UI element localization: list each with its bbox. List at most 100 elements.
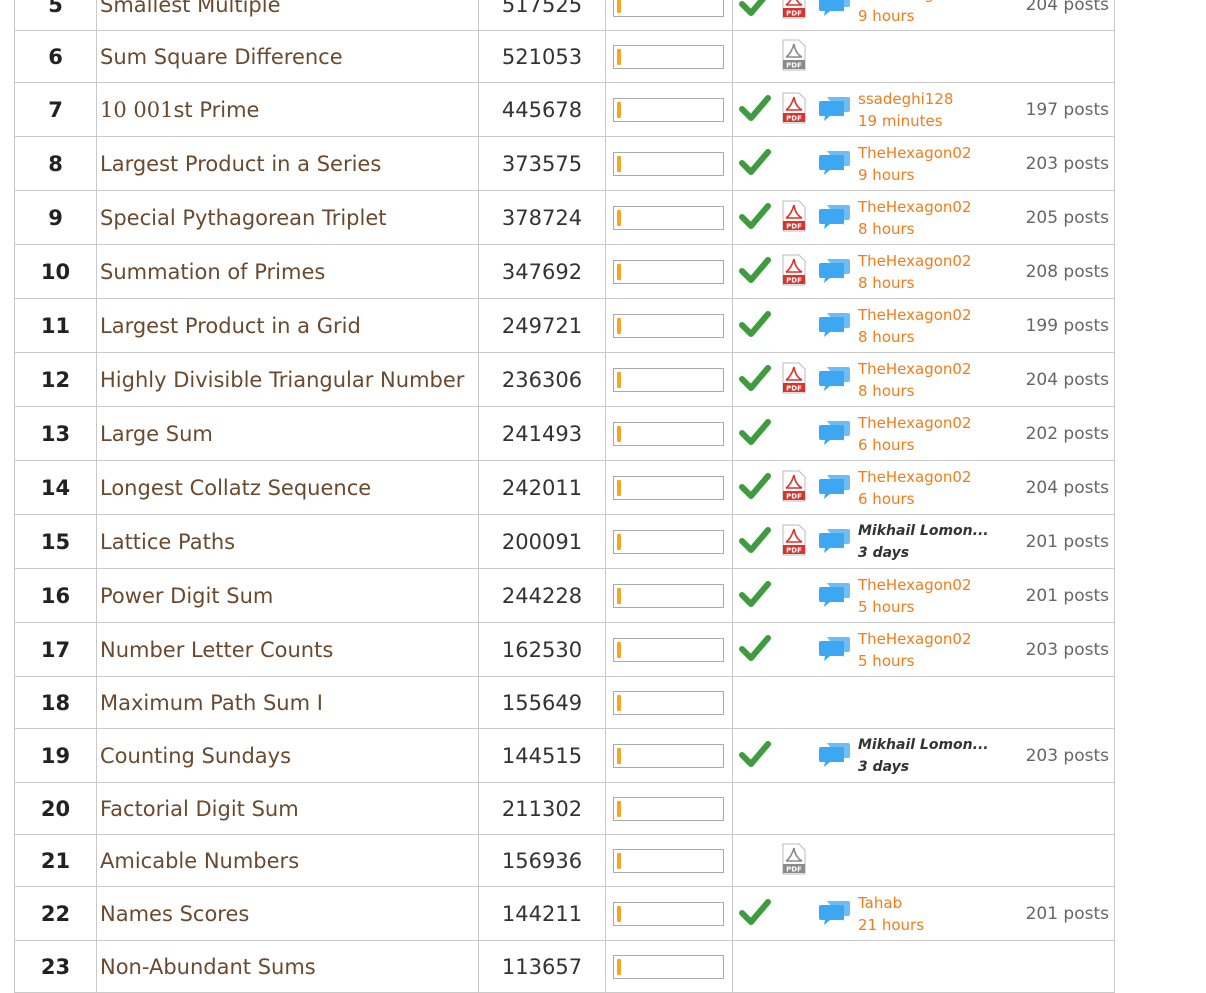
problem-title-link[interactable]: Non-Abundant Sums: [100, 955, 316, 979]
poster-username[interactable]: TheHexagon02: [858, 304, 972, 326]
poster-username[interactable]: TheHexagon02: [858, 196, 972, 218]
solved-count: 373575: [478, 136, 606, 191]
problem-title-cell: Non-Abundant Sums: [96, 940, 479, 993]
pdf-icon[interactable]: PDF: [781, 470, 807, 506]
table-row: 10 Summation of Primes 347692 PDF TheHexagon…: [14, 244, 1115, 299]
problem-title-link[interactable]: Maximum Path Sum I: [100, 691, 323, 715]
poster-username[interactable]: TheHexagon02: [858, 412, 972, 434]
poster-username[interactable]: TheHexagon02: [858, 142, 972, 164]
problem-title-link[interactable]: Power Digit Sum: [100, 584, 273, 608]
status-cell: Mikhail Lomon... 3 days 203 posts: [732, 728, 1115, 783]
post-time: 5 hours: [858, 651, 915, 670]
problem-title-link[interactable]: Sum Square Difference: [100, 45, 343, 69]
forum-icon[interactable]: [819, 255, 851, 289]
problem-title-link[interactable]: Factorial Digit Sum: [100, 797, 299, 821]
solved-count: 200091: [478, 514, 606, 569]
last-poster[interactable]: TheHexagon029 hours: [858, 0, 972, 27]
last-poster[interactable]: TheHexagon02 5 hours: [858, 628, 972, 672]
problem-title-cell: Maximum Path Sum I: [96, 676, 479, 729]
last-poster[interactable]: TheHexagon02 5 hours: [858, 574, 972, 618]
difficulty-cell: [605, 622, 733, 677]
forum-icon[interactable]: [819, 897, 851, 931]
last-poster[interactable]: ssadeghi128 19 minutes: [858, 88, 953, 132]
problem-title-link[interactable]: Large Sum: [100, 422, 213, 446]
last-poster[interactable]: TheHexagon02 6 hours: [858, 412, 972, 456]
problem-title-link[interactable]: Amicable Numbers: [100, 849, 299, 873]
forum-icon[interactable]: [819, 363, 851, 397]
difficulty-bar: [613, 901, 724, 926]
last-poster[interactable]: Tahab 21 hours: [858, 892, 924, 936]
last-poster[interactable]: TheHexagon02 8 hours: [858, 196, 972, 240]
pdf-icon[interactable]: PDF: [781, 843, 807, 879]
pdf-icon[interactable]: PDF: [781, 200, 807, 236]
problem-id: 10: [14, 244, 97, 299]
pdf-icon[interactable]: PDF: [781, 254, 807, 290]
check-icon: [739, 897, 771, 931]
forum-icon[interactable]: [819, 739, 851, 773]
last-poster[interactable]: TheHexagon029 hours: [858, 142, 972, 186]
poster-username[interactable]: TheHexagon02: [858, 358, 972, 380]
poster-username[interactable]: TheHexagon02: [858, 250, 972, 272]
pdf-icon[interactable]: PDF: [781, 524, 807, 560]
pdf-icon[interactable]: PDF: [781, 362, 807, 398]
problem-id: 5: [14, 0, 97, 31]
problem-title-link[interactable]: 10 001st Prime: [100, 98, 259, 122]
problem-id: 21: [14, 834, 97, 887]
poster-username[interactable]: Tahab: [858, 892, 924, 914]
problem-title-link[interactable]: Highly Divisible Triangular Number: [100, 368, 464, 392]
svg-text:PDF: PDF: [786, 865, 802, 873]
status-cell: TheHexagon02 8 hours 199 posts: [732, 298, 1115, 353]
problem-title-link[interactable]: Counting Sundays: [100, 744, 291, 768]
forum-icon[interactable]: [819, 309, 851, 343]
forum-icon[interactable]: [819, 0, 851, 22]
poster-username[interactable]: TheHexagon02: [858, 574, 972, 596]
difficulty-bar-fill: [617, 533, 621, 550]
poster-username[interactable]: Mikhail Lomon...: [858, 734, 989, 756]
pdf-icon[interactable]: PDF: [781, 92, 807, 128]
post-count: 205 posts: [1025, 207, 1109, 228]
problem-title-link[interactable]: Lattice Paths: [100, 530, 235, 554]
forum-icon[interactable]: [819, 633, 851, 667]
last-poster[interactable]: Mikhail Lomon... 3 days: [858, 734, 989, 778]
status-cell: PDF Mikhail Lomon... 3 days 201 posts: [732, 514, 1115, 569]
forum-icon[interactable]: [819, 471, 851, 505]
difficulty-bar-fill: [617, 800, 621, 817]
problem-title-link[interactable]: Smallest Multiple: [100, 0, 281, 17]
pdf-icon[interactable]: PDF: [781, 0, 807, 23]
problem-id: 11: [14, 298, 97, 353]
last-poster[interactable]: TheHexagon02 6 hours: [858, 466, 972, 510]
problem-title-link[interactable]: Longest Collatz Sequence: [100, 476, 371, 500]
problem-title-link[interactable]: Special Pythagorean Triplet: [100, 206, 387, 230]
poster-username[interactable]: TheHexagon02: [858, 466, 972, 488]
problem-title-link[interactable]: Names Scores: [100, 902, 249, 926]
problem-title-link[interactable]: Number Letter Counts: [100, 638, 333, 662]
poster-username[interactable]: Mikhail Lomon...: [858, 520, 989, 542]
last-poster[interactable]: TheHexagon02 8 hours: [858, 250, 972, 294]
poster-username[interactable]: TheHexagon02: [858, 628, 972, 650]
poster-username[interactable]: ssadeghi128: [858, 88, 953, 110]
last-poster[interactable]: TheHexagon02 8 hours: [858, 304, 972, 348]
problem-id: 23: [14, 940, 97, 993]
forum-icon[interactable]: [819, 93, 851, 127]
last-poster[interactable]: Mikhail Lomon... 3 days: [858, 520, 989, 564]
forum-icon[interactable]: [819, 525, 851, 559]
pdf-icon[interactable]: PDF: [781, 39, 807, 75]
forum-icon[interactable]: [819, 579, 851, 613]
problem-title-link[interactable]: Largest Product in a Grid: [100, 314, 361, 338]
difficulty-bar-fill: [617, 317, 621, 334]
difficulty-cell: [605, 782, 733, 835]
solved-count: 156936: [478, 834, 606, 887]
problem-title-cell: Largest Product in a Grid: [96, 298, 479, 353]
post-time: 9 hours: [858, 165, 915, 184]
problem-title-link[interactable]: Summation of Primes: [100, 260, 325, 284]
problem-title-cell: Largest Product in a Series: [96, 136, 479, 191]
post-count: 199 posts: [1025, 315, 1109, 336]
last-poster[interactable]: TheHexagon02 8 hours: [858, 358, 972, 402]
forum-icon[interactable]: [819, 147, 851, 181]
forum-icon[interactable]: [819, 201, 851, 235]
problem-title-link[interactable]: Largest Product in a Series: [100, 152, 381, 176]
solved-count: 236306: [478, 352, 606, 407]
difficulty-bar: [613, 367, 724, 392]
forum-icon[interactable]: [819, 417, 851, 451]
difficulty-bar: [613, 637, 724, 662]
